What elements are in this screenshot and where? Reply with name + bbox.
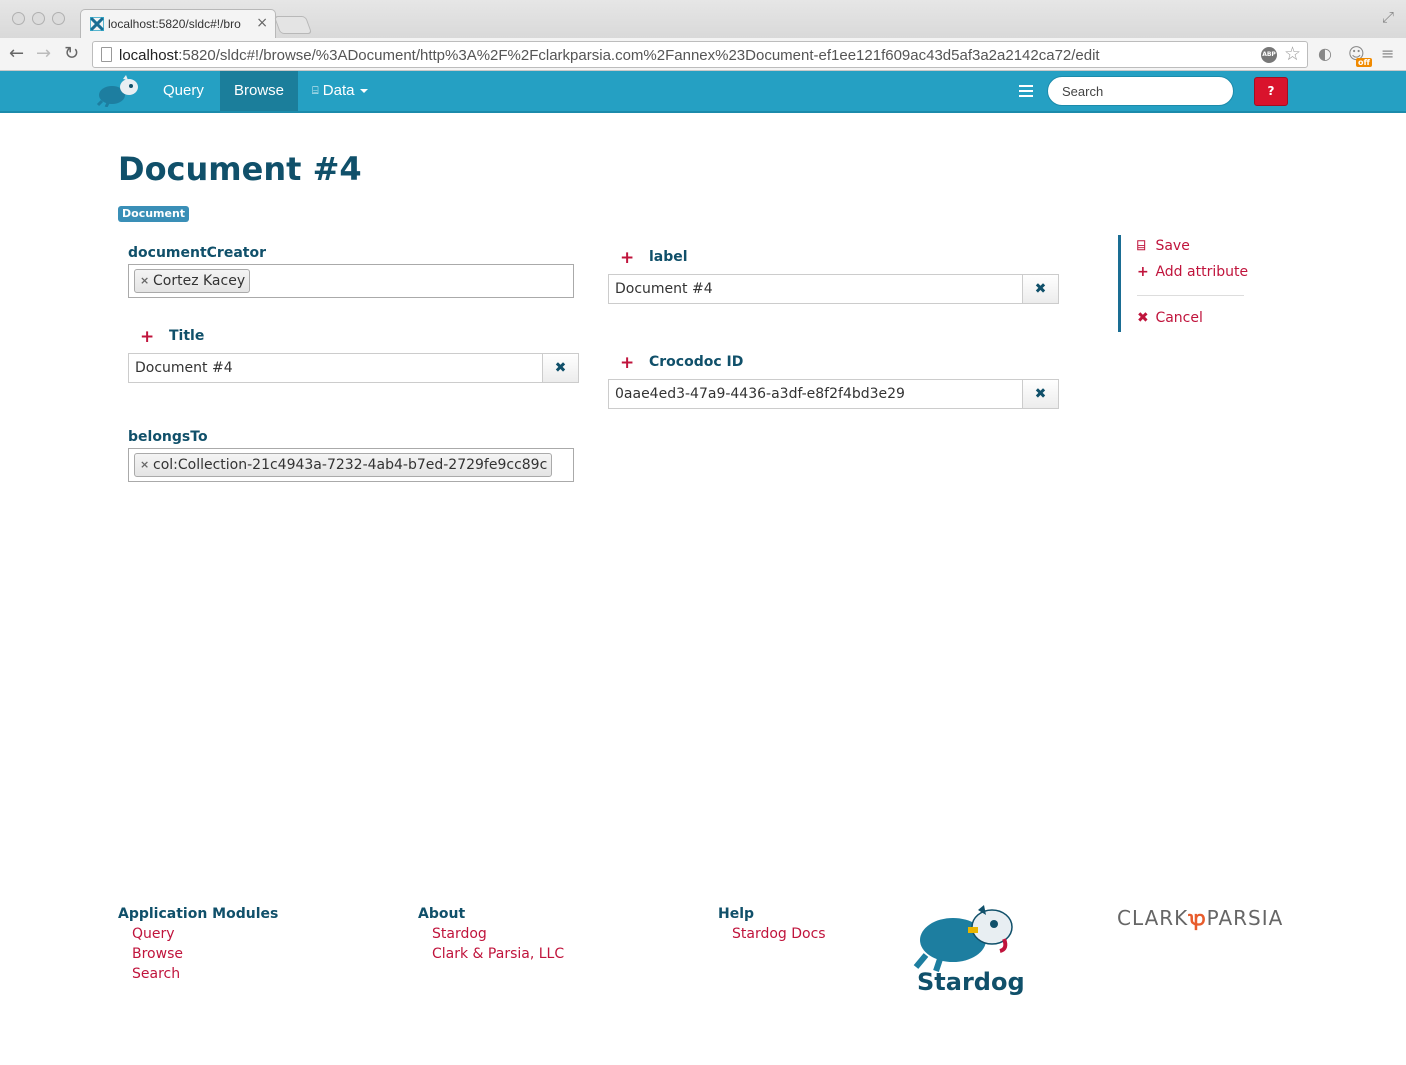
nav-data-dropdown[interactable]: ⌸ Data [298,71,382,111]
nav-query[interactable]: Query [149,71,218,111]
title-input[interactable] [128,353,543,383]
nav-browse[interactable]: Browse [220,71,299,111]
save-button[interactable]: ⌸ Save [1137,238,1190,254]
footer-link-query[interactable]: Query [132,926,175,942]
back-arrow-icon[interactable]: ← [9,43,24,64]
crocodoc-label: Crocodoc ID [649,354,744,370]
footer-link-stardog[interactable]: Stardog [432,926,487,942]
search-input[interactable] [1047,76,1234,106]
new-tab-button[interactable] [273,16,313,34]
close-icon: ✖ [1137,310,1149,326]
address-bar[interactable]: localhost:5820/sldc#!/browse/%3ADocument… [92,41,1308,68]
label-label: label [649,249,688,265]
collection-tag-label: col:Collection-21c4943a-7232-4ab4-b7ed-2… [153,457,548,473]
footer-link-stardog-docs[interactable]: Stardog Docs [732,926,826,942]
belongs-to-label: belongsTo [128,429,208,445]
clark-parsia-logo: CLARKꝕPARSIA [1117,906,1284,930]
clear-crocodoc-button[interactable]: ✖ [1022,379,1059,409]
tab-close-icon[interactable]: × [256,15,268,31]
belongs-to-field[interactable]: × col:Collection-21c4943a-7232-4ab4-b7ed… [128,448,574,482]
clear-title-button[interactable]: ✖ [542,353,579,383]
stardog-brand-logo[interactable] [96,75,144,107]
add-title-value-icon[interactable]: + [140,327,154,347]
screen: localhost:5820/sldc#!/bro × ⤢ ← → ↻ loca… [0,0,1406,1065]
page-title: Document #4 [118,150,362,188]
document-creator-field[interactable]: × Cortez Kacey [128,264,574,298]
hdd-icon: ⌸ [312,85,319,98]
remove-tag-icon[interactable]: × [140,454,149,476]
url-text: localhost:5820/sldc#!/browse/%3ADocument… [119,47,1100,64]
label-input[interactable] [608,274,1023,304]
footer-link-clark-parsia[interactable]: Clark & Parsia, LLC [432,946,564,962]
actions-divider [1137,295,1244,296]
tab-title: localhost:5820/sldc#!/bro [108,17,241,31]
fullscreen-icon[interactable]: ⤢ [1382,8,1394,26]
type-badge[interactable]: Document [118,206,190,222]
chrome-menu-icon[interactable]: ≡ [1381,44,1394,63]
actions-panel: ⌸ Save + Add attribute ✖ Cancel [1118,235,1248,332]
extension-off-badge: off [1356,58,1372,67]
nav-data-label: Data [322,82,355,99]
creator-tag-label: Cortez Kacey [153,273,246,289]
document-creator-label: documentCreator [128,245,266,261]
zoom-window-button[interactable] [52,12,65,25]
menu-icon[interactable] [1019,85,1033,97]
cancel-button[interactable]: ✖ Cancel [1137,310,1203,326]
remove-tag-icon[interactable]: × [140,270,149,292]
browser-toolbar: ← → ↻ localhost:5820/sldc#!/browse/%3ADo… [0,38,1406,71]
hdd-icon: ⌸ [1137,238,1146,254]
adblock-icon[interactable]: ABP [1261,47,1277,63]
bookmark-star-icon[interactable]: ☆ [1284,43,1301,65]
page-icon [101,47,112,62]
close-window-button[interactable] [12,12,25,25]
clear-label-button[interactable]: ✖ [1022,274,1059,304]
footer-link-browse[interactable]: Browse [132,946,183,962]
stardog-favicon-icon [90,17,104,31]
crocodoc-input[interactable] [608,379,1023,409]
browser-tab[interactable]: localhost:5820/sldc#!/bro × [80,9,276,38]
add-label-value-icon[interactable]: + [620,248,634,268]
reload-icon[interactable]: ↻ [64,43,79,64]
minimize-window-button[interactable] [32,12,45,25]
plus-icon: + [1137,264,1149,280]
add-attribute-button[interactable]: + Add attribute [1137,264,1248,280]
browser-tabbar: localhost:5820/sldc#!/bro × ⤢ [0,0,1406,38]
app-navbar: Query Browse ⌸ Data ? [0,71,1406,113]
footer-about-heading: About [418,906,466,922]
caret-down-icon [360,89,369,94]
cp-emblem-icon: ꝕ [1188,906,1207,930]
footer-modules-heading: Application Modules [118,906,279,922]
footer-help-heading: Help [718,906,755,922]
extension-icon[interactable]: ◐ [1318,44,1332,63]
help-button[interactable]: ? [1254,77,1288,106]
footer-link-search[interactable]: Search [132,966,180,982]
title-label: Title [169,328,205,344]
stardog-wordmark: Stardog [917,968,1025,996]
collection-tag: × col:Collection-21c4943a-7232-4ab4-b7ed… [134,453,553,477]
add-crocodoc-value-icon[interactable]: + [620,353,634,373]
forward-arrow-icon[interactable]: → [36,43,51,64]
creator-tag: × Cortez Kacey [134,269,251,293]
